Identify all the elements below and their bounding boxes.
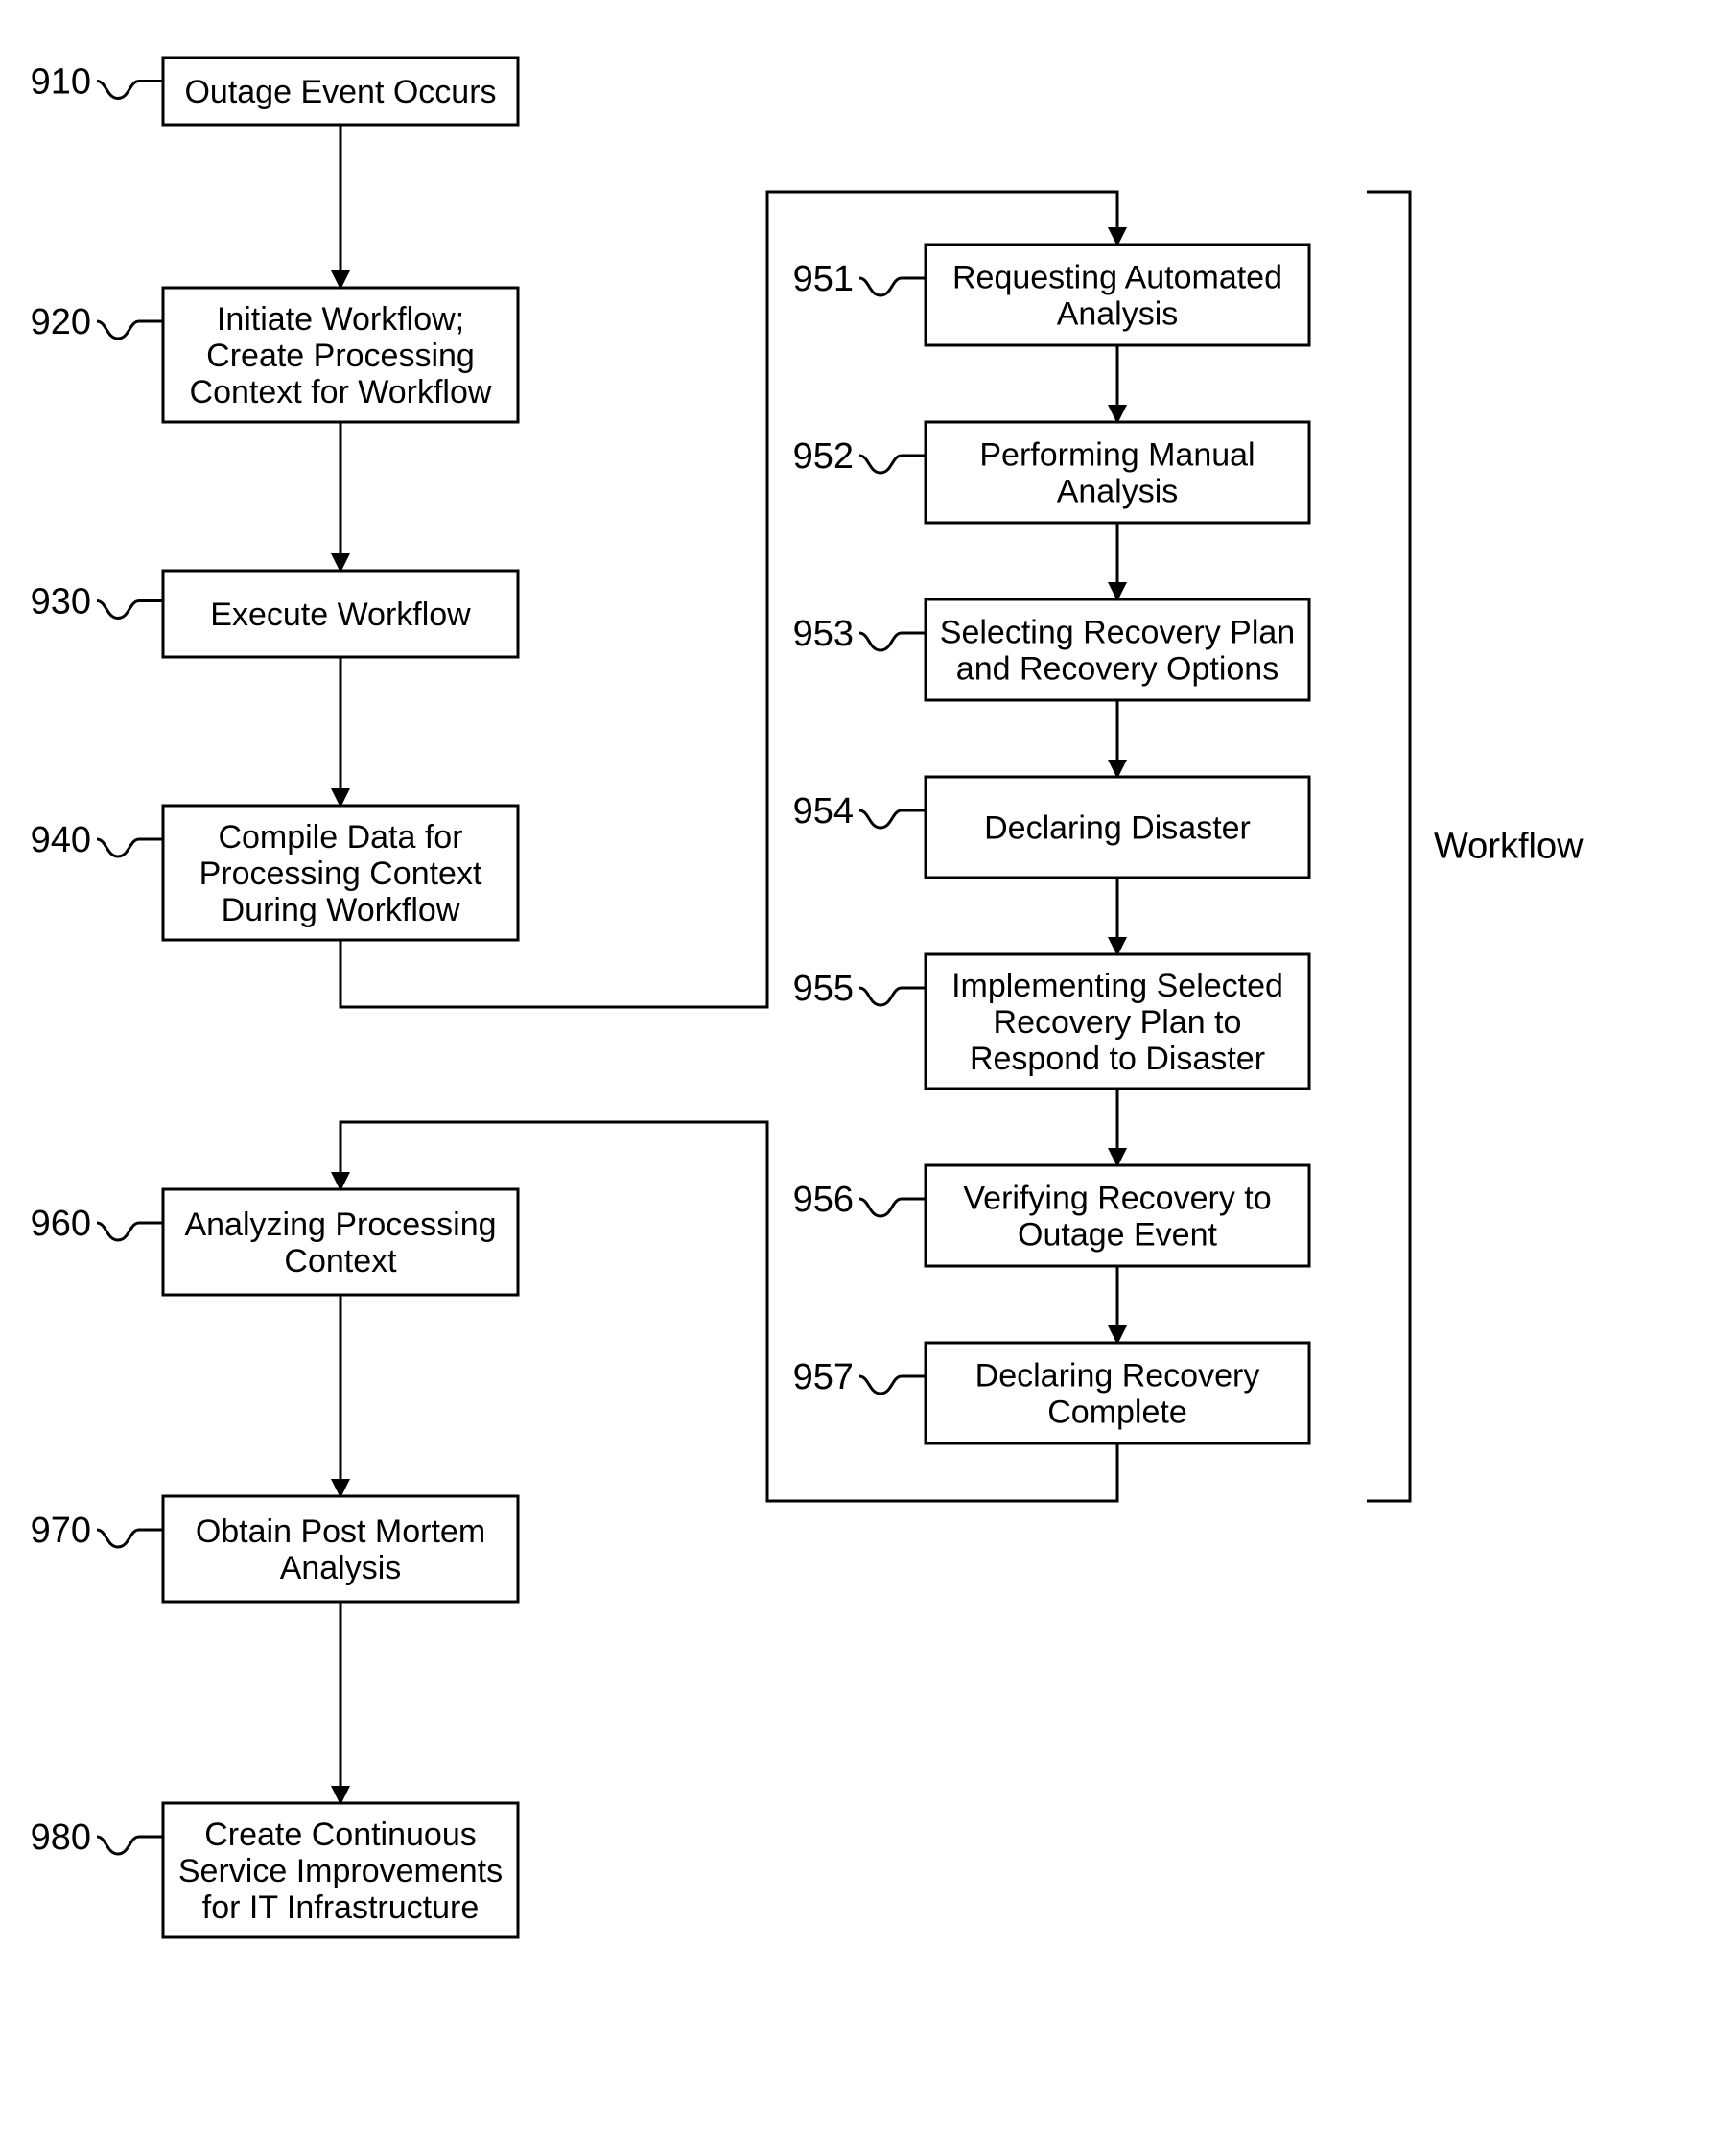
n910-label: Outage Event Occurs bbox=[184, 74, 496, 110]
n940-label: Compile Data forProcessing ContextDuring… bbox=[199, 819, 482, 928]
n940-squiggle bbox=[97, 839, 163, 856]
n952-refnum: 952 bbox=[793, 436, 854, 477]
n940-refnum: 940 bbox=[31, 820, 91, 860]
n953-label: Selecting Recovery Planand Recovery Opti… bbox=[940, 615, 1295, 688]
n954-label: Declaring Disaster bbox=[984, 810, 1251, 847]
n920-label: Initiate Workflow;Create ProcessingConte… bbox=[190, 301, 492, 410]
n956-squiggle bbox=[859, 1199, 926, 1216]
n920-squiggle bbox=[97, 321, 163, 339]
n930-refnum: 930 bbox=[31, 582, 91, 622]
n954-refnum: 954 bbox=[793, 791, 854, 832]
n956-refnum: 956 bbox=[793, 1180, 854, 1220]
n910-squiggle bbox=[97, 82, 163, 99]
n951-squiggle bbox=[859, 278, 926, 295]
n930-squiggle bbox=[97, 601, 163, 619]
n930-label: Execute Workflow bbox=[210, 597, 471, 633]
n955-squiggle bbox=[859, 988, 926, 1005]
n970-refnum: 970 bbox=[31, 1511, 91, 1551]
workflow-bracket bbox=[1367, 192, 1410, 1501]
n960-squiggle bbox=[97, 1223, 163, 1240]
n951-refnum: 951 bbox=[793, 259, 854, 299]
n960-refnum: 960 bbox=[31, 1204, 91, 1244]
n955-label: Implementing SelectedRecovery Plan toRes… bbox=[951, 968, 1283, 1077]
n980-label: Create ContinuousService Improvementsfor… bbox=[178, 1817, 503, 1926]
n920-refnum: 920 bbox=[31, 302, 91, 342]
n970-squiggle bbox=[97, 1530, 163, 1547]
n952-squiggle bbox=[859, 456, 926, 473]
n957-refnum: 957 bbox=[793, 1357, 854, 1397]
n953-refnum: 953 bbox=[793, 614, 854, 654]
n955-refnum: 955 bbox=[793, 969, 854, 1009]
workflow-side-label: Workflow bbox=[1434, 827, 1584, 867]
n957-squiggle bbox=[859, 1376, 926, 1394]
n954-squiggle bbox=[859, 810, 926, 828]
n910-refnum: 910 bbox=[31, 62, 91, 103]
n980-squiggle bbox=[97, 1837, 163, 1854]
n980-refnum: 980 bbox=[31, 1817, 91, 1858]
n953-squiggle bbox=[859, 633, 926, 650]
